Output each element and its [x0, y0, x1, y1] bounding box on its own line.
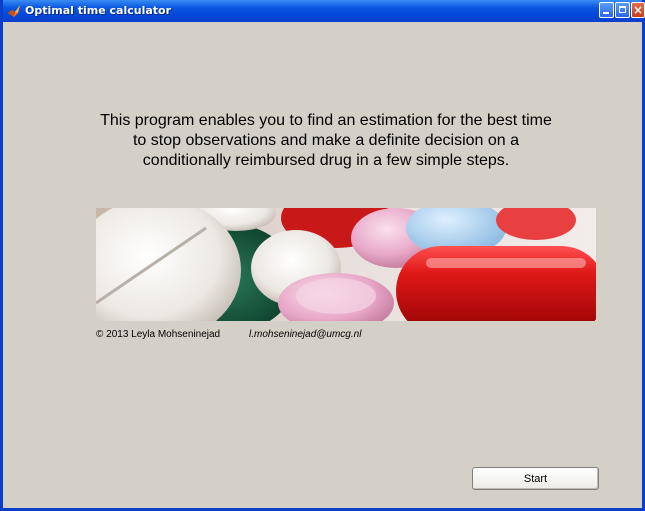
author-email: l.mohseninejad@umcg.nl	[249, 329, 362, 340]
title-bar[interactable]: Optimal time calculator ×	[3, 0, 645, 22]
maximize-button[interactable]	[615, 2, 630, 18]
window-title: Optimal time calculator	[25, 4, 172, 17]
matlab-logo-icon	[8, 5, 20, 17]
close-icon: ×	[633, 3, 644, 17]
intro-text: This program enables you to find an esti…	[100, 112, 552, 169]
minimize-icon	[603, 12, 609, 14]
start-button[interactable]: Start	[472, 467, 599, 490]
maximize-icon	[619, 6, 626, 13]
minimize-button[interactable]	[599, 2, 614, 18]
pills-banner-image	[96, 208, 596, 321]
app-window: Optimal time calculator × This program e…	[0, 0, 645, 511]
copyright-text: © 2013 Leyla Mohseninejad	[96, 329, 221, 340]
close-button[interactable]: ×	[631, 2, 645, 18]
